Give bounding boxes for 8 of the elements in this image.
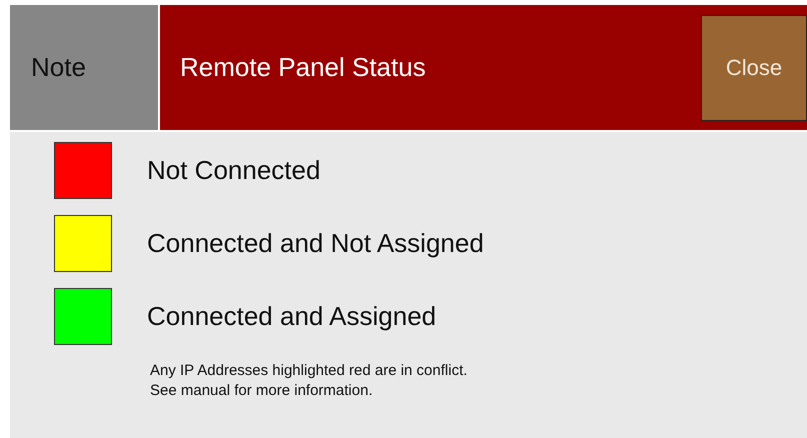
- legend-label: Connected and Not Assigned: [147, 228, 484, 259]
- legend-label: Not Connected: [147, 155, 320, 186]
- panel-title: Remote Panel Status: [180, 52, 426, 83]
- footnote-text: Any IP Addresses highlighted red are in conflict.: [150, 361, 468, 381]
- footnote-text: See manual for more information.: [150, 381, 374, 401]
- legend-label: Connected and Assigned: [147, 301, 436, 332]
- note-label: Note: [10, 5, 160, 130]
- close-button[interactable]: Close: [701, 14, 807, 120]
